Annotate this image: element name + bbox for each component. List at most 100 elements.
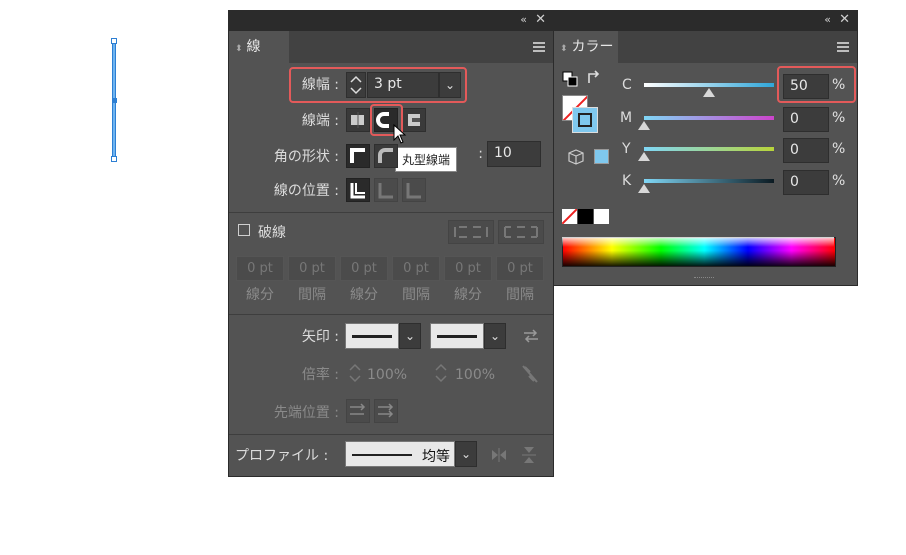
arrow-end-dropdown[interactable]: ⌄ (484, 323, 506, 349)
highlight-weight (289, 67, 467, 103)
divider (229, 212, 553, 213)
panel-menu-icon[interactable] (837, 42, 849, 54)
dash-1-label: 線分 (246, 287, 274, 303)
limit-input[interactable]: 10 (487, 141, 541, 167)
channel-y-input[interactable]: 0 (783, 138, 829, 163)
panel-menu-icon[interactable] (533, 42, 545, 54)
dash-preserve-button[interactable] (448, 220, 494, 244)
scale-end-stepper[interactable] (433, 361, 449, 385)
channel-c-thumb[interactable] (703, 88, 715, 97)
channel-m-unit: % (832, 110, 846, 126)
tooltip-round-cap: 丸型線端 (395, 147, 458, 172)
channel-m-slider[interactable] (644, 116, 774, 120)
profile-value: 均等 (422, 449, 450, 465)
spectrum-highlight (562, 237, 834, 247)
default-colors-icon[interactable] (562, 71, 578, 87)
tab-stroke-label: 線 (246, 39, 261, 55)
gap-3-label: 間隔 (506, 287, 534, 303)
channel-k-label: K (622, 173, 632, 189)
channel-m-label: M (620, 110, 633, 126)
butt-cap-button[interactable] (346, 108, 370, 132)
profile-select[interactable]: 均等 (345, 441, 455, 467)
link-scale-icon[interactable] (520, 363, 540, 385)
black-swatch[interactable] (578, 209, 593, 224)
cap-label: 線端 : (301, 113, 339, 129)
round-join-button[interactable] (374, 144, 398, 168)
close-icon[interactable]: ✕ (535, 12, 546, 27)
limit-colon: : (478, 146, 483, 162)
stroke-swatch[interactable] (572, 107, 598, 133)
anchor-point-top[interactable] (111, 38, 117, 44)
dash-3-label: 線分 (454, 287, 482, 303)
channel-y-thumb[interactable] (638, 152, 650, 161)
anchor-point-bottom[interactable] (111, 156, 117, 162)
miter-join-button[interactable] (346, 144, 370, 168)
close-icon[interactable]: ✕ (839, 12, 850, 27)
color-panel-tabs: ⬍ カラー (554, 31, 857, 63)
swap-colors-icon[interactable] (586, 69, 602, 87)
tip-place-button[interactable] (374, 399, 398, 423)
gamut-color-swatch[interactable] (594, 149, 609, 164)
dash-align-button[interactable] (498, 220, 544, 244)
chevron-down-icon: ⌄ (460, 447, 472, 461)
tab-stroke[interactable]: ⬍ 線 (229, 31, 289, 63)
dash-2-input[interactable]: 0 pt (340, 256, 388, 281)
scale-label: 倍率 : (301, 367, 339, 383)
tab-color[interactable]: ⬍ カラー (554, 31, 618, 63)
gap-3-input[interactable]: 0 pt (496, 256, 544, 281)
gap-1-label: 間隔 (298, 287, 326, 303)
profile-dropdown[interactable]: ⌄ (455, 441, 477, 467)
scale-end-value[interactable]: 100% (455, 367, 495, 383)
channel-c-label: C (622, 77, 632, 93)
tab-color-label: カラー (571, 39, 614, 55)
channel-m-thumb[interactable] (638, 121, 650, 130)
divider (229, 314, 553, 315)
align-inside-button[interactable] (374, 178, 398, 202)
stroke-panel-titlebar[interactable]: « ✕ (229, 11, 553, 31)
chevron-down-icon: ⌄ (404, 329, 416, 343)
channel-k-slider[interactable] (644, 179, 774, 183)
arrows-label: 矢印 : (301, 329, 339, 345)
out-of-gamut-cube-icon[interactable] (568, 149, 584, 165)
collapse-icon[interactable]: « (824, 13, 831, 26)
dash-1-input[interactable]: 0 pt (236, 256, 284, 281)
tab-options-icon: ⬍ (560, 44, 568, 54)
mouse-cursor-icon (393, 124, 407, 144)
arrow-start-dropdown[interactable]: ⌄ (399, 323, 421, 349)
tip-label: 先端位置 : (273, 405, 339, 421)
white-swatch[interactable] (594, 209, 609, 224)
swap-arrows-icon[interactable] (522, 327, 540, 345)
channel-k-unit: % (832, 173, 846, 189)
gap-2-input[interactable]: 0 pt (392, 256, 440, 281)
color-panel-titlebar[interactable]: « ✕ (554, 11, 857, 31)
flip-vertical-icon[interactable] (521, 445, 537, 465)
align-outside-button[interactable] (402, 178, 426, 202)
profile-label: プロファイル : (235, 448, 329, 464)
dashed-checkbox[interactable] (238, 224, 250, 236)
chevron-down-icon: ⌄ (489, 329, 501, 343)
scale-start-value[interactable]: 100% (367, 367, 407, 383)
align-center-button[interactable] (346, 178, 370, 202)
flip-horizontal-icon[interactable] (490, 447, 508, 463)
channel-c-slider[interactable] (644, 83, 774, 87)
channel-k-input[interactable]: 0 (783, 170, 829, 195)
collapse-icon[interactable]: « (520, 13, 527, 26)
gap-1-input[interactable]: 0 pt (288, 256, 336, 281)
arrow-start-select[interactable] (345, 323, 399, 349)
resize-grip-icon[interactable] (694, 277, 714, 281)
dash-3-input[interactable]: 0 pt (444, 256, 492, 281)
highlight-cyan-value (777, 66, 856, 103)
arrow-end-select[interactable] (430, 323, 484, 349)
stroke-panel-tabs: ⬍ 線 (229, 31, 553, 63)
dashed-label: 破線 (258, 225, 286, 241)
channel-k-thumb[interactable] (638, 184, 650, 193)
channel-y-slider[interactable] (644, 147, 774, 151)
none-swatch[interactable] (562, 209, 577, 224)
tip-extend-button[interactable] (346, 399, 370, 423)
channel-m-input[interactable]: 0 (783, 107, 829, 132)
corner-label: 角の形状 : (273, 149, 339, 165)
gap-2-label: 間隔 (402, 287, 430, 303)
scale-start-stepper[interactable] (347, 361, 363, 385)
channel-y-label: Y (622, 141, 631, 157)
anchor-point-mid[interactable] (112, 98, 117, 103)
